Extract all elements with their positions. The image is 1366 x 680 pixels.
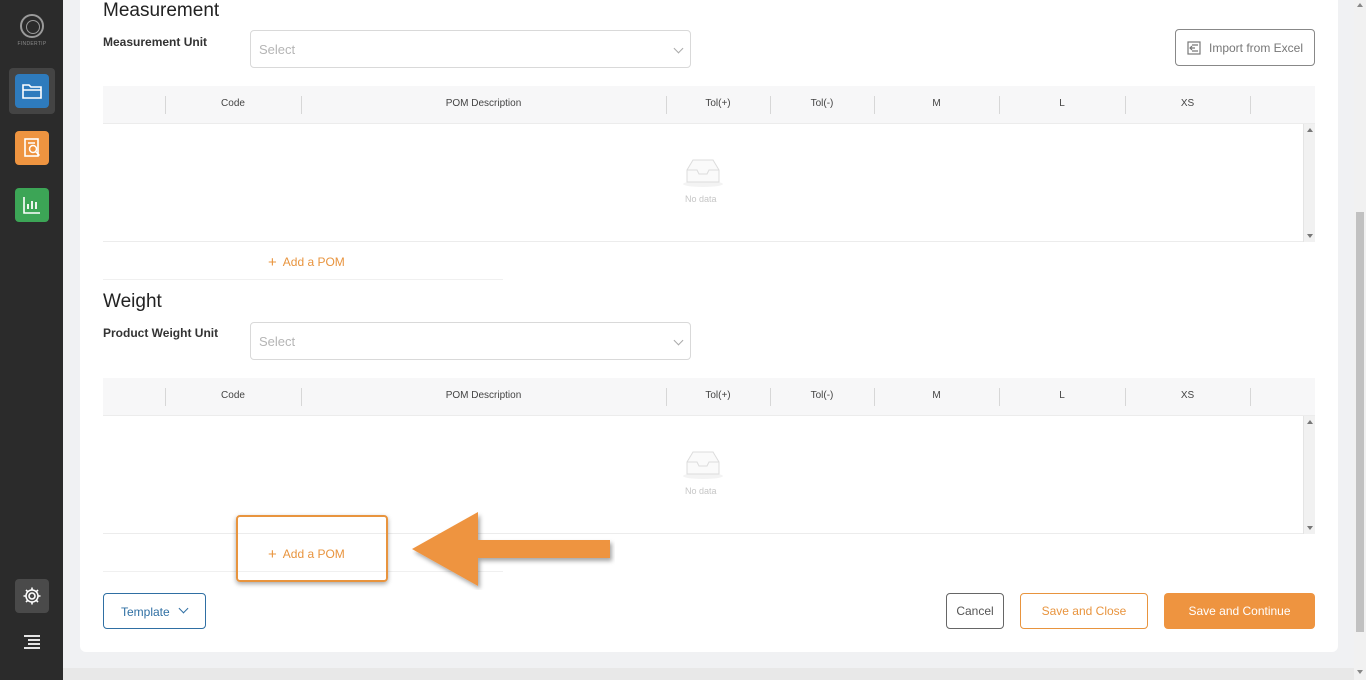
nav-inspection-button[interactable] (15, 131, 49, 165)
import-from-excel-button[interactable]: Import from Excel (1175, 29, 1315, 66)
measurement-table-header: Code POM Description Tol(+) Tol(-) M L X… (103, 86, 1315, 124)
chevron-down-icon (673, 43, 684, 54)
cancel-button[interactable]: Cancel (946, 593, 1004, 629)
bar-chart-icon (23, 197, 40, 214)
col-l: L (1059, 98, 1065, 109)
folder-icon (22, 84, 42, 99)
import-icon (1187, 41, 1201, 55)
horizontal-scrollbar[interactable] (63, 668, 1354, 680)
col-tol-minus: Tol(-) (810, 98, 834, 109)
annotation-arrow-icon (412, 512, 610, 586)
col-tol-minus: Tol(-) (810, 390, 834, 401)
col-tol-plus: Tol(+) (705, 390, 731, 401)
measurement-table-body: No data (103, 124, 1315, 242)
chevron-down-icon (673, 335, 684, 346)
measurement-unit-select[interactable]: Select (250, 30, 691, 68)
empty-text: No data (685, 486, 717, 496)
col-tol-plus: Tol(+) (705, 98, 731, 109)
col-pom-description: POM Description (445, 98, 522, 109)
col-m: M (932, 390, 941, 401)
gear-icon (23, 587, 41, 605)
nav-projects-button[interactable] (15, 74, 49, 108)
col-l: L (1059, 390, 1065, 401)
sidebar: FINDERTIP (0, 0, 63, 680)
table-scrollbar[interactable] (1303, 124, 1315, 242)
measurement-title: Measurement (103, 0, 220, 21)
add-pom-button[interactable]: + Add a POM (268, 253, 345, 271)
weight-table-header: Code POM Description Tol(+) Tol(-) M L X… (103, 378, 1315, 416)
weight-title: Weight (103, 291, 162, 312)
plus-icon: + (268, 254, 277, 271)
table-scrollbar[interactable] (1303, 416, 1315, 534)
col-code: Code (221, 98, 245, 109)
weight-unit-label: Product Weight Unit (103, 326, 219, 340)
chevron-down-icon (178, 603, 189, 614)
menu-toggle-button[interactable] (22, 633, 42, 651)
col-xs: XS (1180, 390, 1195, 401)
template-dropdown-button[interactable]: Template (103, 593, 206, 629)
measurement-add-row: + Add a POM (103, 243, 503, 280)
save-and-close-button[interactable]: Save and Close (1020, 593, 1148, 629)
col-code: Code (221, 390, 245, 401)
page-vertical-scrollbar[interactable] (1354, 0, 1366, 680)
nav-reports-button[interactable] (15, 188, 49, 222)
empty-inbox-icon (683, 451, 723, 479)
empty-inbox-icon (683, 159, 723, 187)
app-logo: FINDERTIP (16, 14, 48, 54)
settings-button[interactable] (15, 579, 49, 613)
col-m: M (932, 98, 941, 109)
empty-text: No data (685, 194, 717, 204)
annotation-highlight-box (236, 515, 388, 582)
save-and-continue-button[interactable]: Save and Continue (1164, 593, 1315, 629)
weight-unit-select[interactable]: Select (250, 322, 691, 360)
col-pom-description: POM Description (445, 390, 522, 401)
menu-icon (24, 635, 40, 649)
measurement-unit-label: Measurement Unit (103, 35, 208, 49)
document-search-icon (24, 138, 41, 157)
col-xs: XS (1180, 98, 1195, 109)
scrollbar-thumb[interactable] (1356, 212, 1364, 632)
